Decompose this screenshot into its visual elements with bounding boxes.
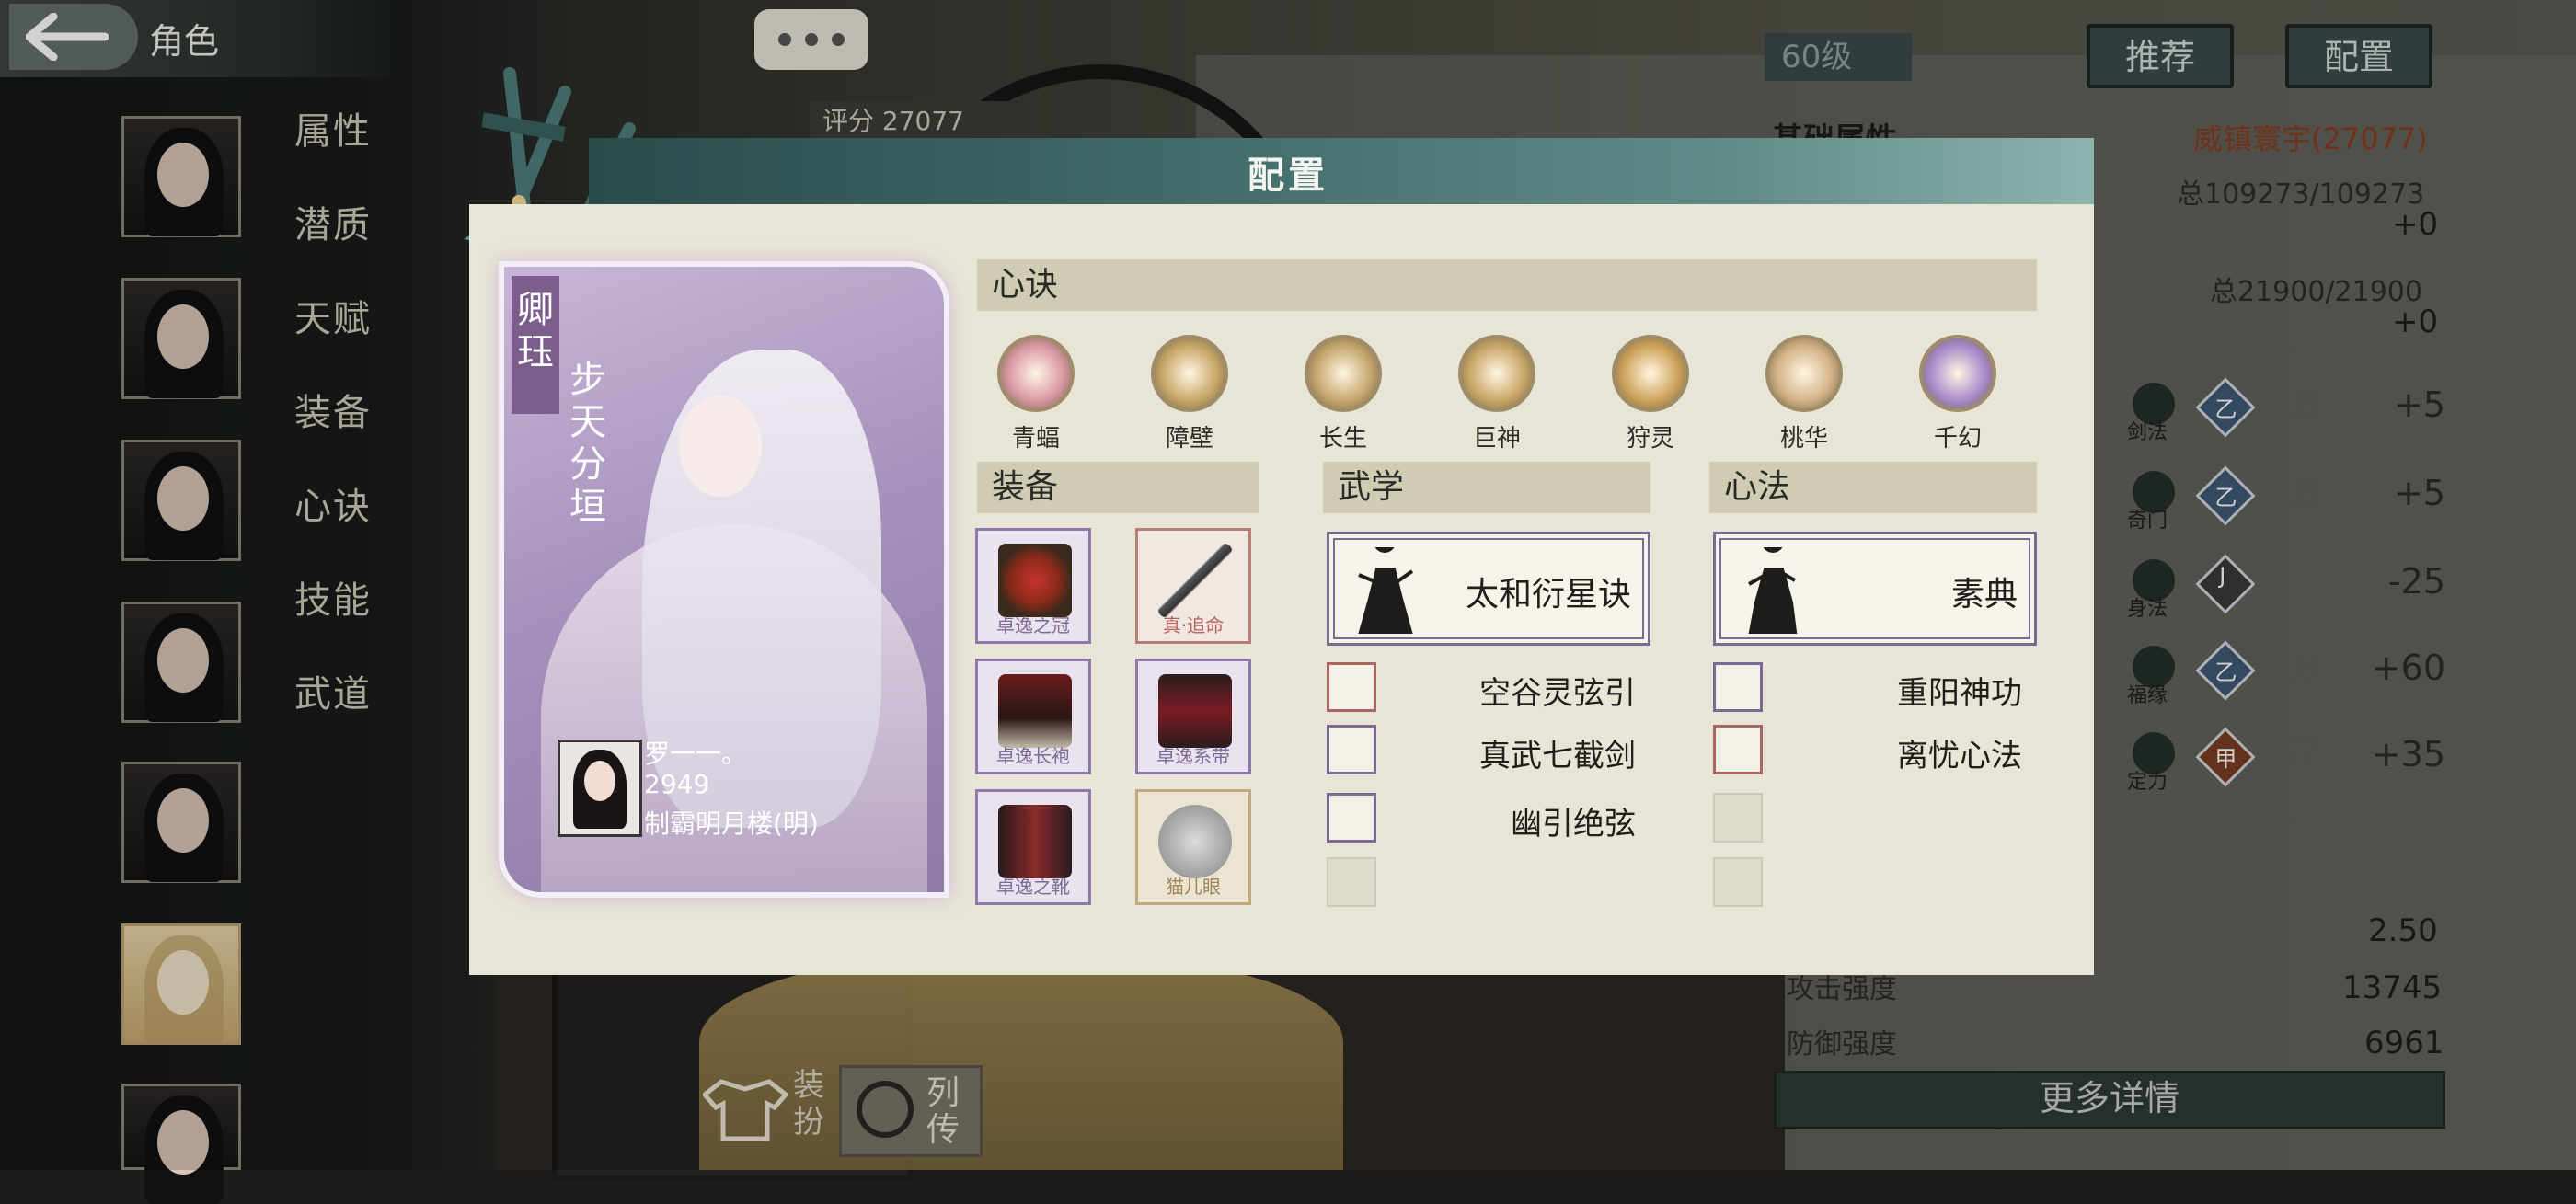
- xinjue-item[interactable]: 桃华: [1758, 335, 1850, 453]
- equip-slot-accessory[interactable]: 猫儿眼: [1135, 789, 1251, 905]
- xinjue-icon: [1919, 335, 1996, 412]
- xinjue-icon: [1151, 335, 1228, 412]
- character-portrait-card[interactable]: 卿珏 步天分垣 罗一一。 2949 制霸明月楼(明): [504, 267, 944, 892]
- xinfa-row[interactable]: 重阳神功: [1713, 662, 2022, 714]
- wuxue-header: 武学: [1323, 462, 1650, 513]
- robe-icon: [998, 674, 1072, 748]
- equip-label: 卓逸长袍: [996, 745, 1070, 767]
- wuxue-row[interactable]: 真武七截剑: [1327, 725, 1636, 776]
- character-face: [679, 396, 762, 497]
- skill-icon: [1327, 725, 1376, 774]
- xinjue-label: 狩灵: [1626, 425, 1674, 453]
- cats-eye-icon: [1158, 805, 1232, 878]
- xinfa-empty-slot[interactable]: [1713, 793, 2022, 844]
- xinjue-label: 桃华: [1779, 425, 1828, 453]
- skill-name: 幽引绝弦: [1511, 806, 1636, 843]
- xinjue-header: 心诀: [977, 259, 2037, 311]
- xinfa-main-name: 素典: [1950, 576, 2018, 613]
- skill-icon: [1327, 662, 1376, 712]
- equip-slot-helmet[interactable]: 卓逸之冠: [975, 528, 1091, 644]
- equip-label: 真·追命: [1162, 614, 1225, 636]
- xinjue-item[interactable]: 狩灵: [1604, 335, 1696, 453]
- xinfa-row[interactable]: 离忧心法: [1713, 725, 2022, 776]
- meditation-figure-icon: [1748, 547, 1798, 634]
- xinjue-item[interactable]: 障壁: [1144, 335, 1236, 453]
- skill-name: 空谷灵弦引: [1479, 675, 1636, 712]
- martial-figure-icon: [1358, 547, 1414, 634]
- character-subtitle: 步天分垣: [569, 359, 606, 528]
- modal-title: 配置: [1248, 155, 1328, 197]
- xinfa-empty-slot[interactable]: [1713, 857, 2022, 909]
- xinfa-header: 心法: [1709, 462, 2037, 513]
- equip-header: 装备: [977, 462, 1259, 513]
- xinjue-label: 障壁: [1165, 425, 1213, 453]
- empty-slot-icon: [1327, 857, 1376, 907]
- wuxue-main-name: 太和衍星诀: [1465, 576, 1631, 613]
- skill-name: 重阳神功: [1897, 675, 2022, 712]
- owner-score: 2949: [644, 769, 710, 799]
- owner-avatar: [558, 740, 642, 837]
- equip-label: 卓逸之靴: [996, 876, 1070, 898]
- belt-icon: [1158, 674, 1232, 748]
- xinjue-icon: [1458, 335, 1535, 412]
- character-tag: 卿珏: [517, 289, 554, 373]
- xinjue-item[interactable]: 青蝠: [990, 335, 1082, 453]
- xinjue-item[interactable]: 长生: [1297, 335, 1389, 453]
- boots-icon: [998, 805, 1072, 878]
- xinjue-item[interactable]: 巨神: [1451, 335, 1543, 453]
- skill-icon: [1713, 725, 1763, 774]
- equip-slot-robe[interactable]: 卓逸长袍: [975, 659, 1091, 774]
- xinjue-icon: [1305, 335, 1382, 412]
- wuxue-row[interactable]: 幽引绝弦: [1327, 793, 1636, 844]
- wuxue-main-card[interactable]: 太和衍星诀: [1327, 532, 1650, 646]
- xinjue-icon: [1765, 335, 1843, 412]
- xinjue-label: 青蝠: [1011, 425, 1060, 453]
- equip-label: 卓逸之冠: [996, 614, 1070, 636]
- equip-label: 猫儿眼: [1166, 876, 1221, 898]
- skill-icon: [1713, 662, 1763, 712]
- sword-icon: [1158, 544, 1232, 617]
- xinjue-label: 长生: [1318, 425, 1367, 453]
- skill-name: 真武七截剑: [1479, 738, 1636, 774]
- owner-guild: 制霸明月楼(明): [644, 808, 819, 839]
- wuxue-row[interactable]: 空谷灵弦引: [1327, 662, 1636, 714]
- helmet-icon: [998, 544, 1072, 617]
- xinfa-main-card[interactable]: 素典: [1713, 532, 2037, 646]
- skill-icon: [1327, 793, 1376, 843]
- equip-slot-boots[interactable]: 卓逸之靴: [975, 789, 1091, 905]
- empty-slot-icon: [1713, 857, 1763, 907]
- xinjue-label: 巨神: [1472, 425, 1521, 453]
- skill-name: 离忧心法: [1897, 738, 2022, 774]
- equip-slot-belt[interactable]: 卓逸系带: [1135, 659, 1251, 774]
- xinjue-icon: [1612, 335, 1689, 412]
- empty-slot-icon: [1713, 793, 1763, 843]
- owner-name: 罗一一。: [644, 739, 748, 769]
- equip-slot-weapon[interactable]: 真·追命: [1135, 528, 1251, 644]
- xinjue-label: 千幻: [1933, 425, 1982, 453]
- equip-label: 卓逸系带: [1156, 745, 1230, 767]
- xinjue-icon: [997, 335, 1075, 412]
- wuxue-empty-slot[interactable]: [1327, 857, 1636, 909]
- xinjue-item[interactable]: 千幻: [1912, 335, 2004, 453]
